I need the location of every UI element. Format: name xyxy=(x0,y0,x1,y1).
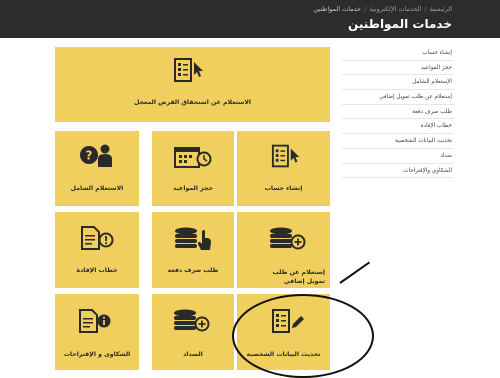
tile-update-personal-data[interactable]: تحديث البيانات الشخصية xyxy=(237,294,330,370)
coins-plus-icon xyxy=(174,309,210,332)
breadcrumb-eservices[interactable]: الخدمات الإلكترونية xyxy=(369,5,421,13)
tile-complaints[interactable]: الشكاوى و الإقتراحات xyxy=(55,294,139,370)
breadcrumb-home[interactable]: الرئيسية xyxy=(430,5,452,13)
calendar-clock-icon xyxy=(174,147,212,168)
breadcrumb-current: خدمات المواطنين xyxy=(313,5,362,13)
sidebar-menu: إنشاء حساب حجز المواعيد الإستعلام الشامل… xyxy=(342,46,454,179)
tile-label: الاستعلام الشامل xyxy=(70,185,124,192)
tile-label: تحديث البيانات الشخصية xyxy=(246,351,321,358)
document-info-icon xyxy=(79,309,111,333)
sidebar-item-extra-funding-inquiry[interactable]: إستعلام عن طلب تمويل إضافي xyxy=(342,90,454,105)
sidebar-item-certificate-letter[interactable]: خطاب الإفادة xyxy=(342,119,454,135)
sidebar-item-complaints[interactable]: الشكاوي والإقتراحات xyxy=(342,164,454,179)
tile-label: حجز المواعيد xyxy=(173,185,213,192)
tile-label: إستعلام عن طلب تمويل إضافي xyxy=(272,269,325,285)
page-title: خدمات المواطنين xyxy=(348,17,452,31)
coins-hand-icon xyxy=(175,227,211,250)
sidebar-item-payment-request[interactable]: طلب صرف دفعة xyxy=(342,105,454,120)
document-pen-icon xyxy=(272,309,304,333)
tile-label: السداد xyxy=(183,351,203,358)
tile-accelerated-loan-inquiry[interactable]: الاستعلام عن استحقاق القرض المعجل xyxy=(55,47,330,122)
question-person-icon: ? xyxy=(80,144,112,167)
tile-payment-request[interactable]: طلب صرف دفعة xyxy=(152,212,234,288)
coins-plus-icon xyxy=(270,227,306,250)
tile-label: الاستعلام عن استحقاق القرض المعجل xyxy=(133,99,252,106)
tile-label: طلب صرف دفعة xyxy=(167,267,219,274)
svg-text:?: ? xyxy=(86,149,93,163)
sidebar-item-book-appointment[interactable]: حجز المواعيد xyxy=(342,61,454,76)
tile-payment[interactable]: السداد xyxy=(152,294,234,370)
breadcrumb-separator: / xyxy=(364,5,367,13)
tile-extra-funding-inquiry[interactable]: إستعلام عن طلب تمويل إضافي xyxy=(237,212,330,288)
tile-label: خطاب الإفادة xyxy=(76,267,118,274)
tile-full-inquiry[interactable]: ? الاستعلام الشامل xyxy=(55,131,139,206)
top-bar: الرئيسية/الخدمات الإلكترونية/خدمات الموا… xyxy=(0,0,500,38)
document-pointer-icon xyxy=(174,58,203,82)
breadcrumb-separator: / xyxy=(424,5,427,13)
sidebar-item-pay[interactable]: سداد xyxy=(342,149,454,164)
document-pointer-icon xyxy=(271,144,300,168)
sidebar-item-create-account[interactable]: إنشاء حساب xyxy=(342,46,454,61)
tile-label: الشكاوى و الإقتراحات xyxy=(63,351,131,358)
breadcrumb: الرئيسية/الخدمات الإلكترونية/خدمات الموا… xyxy=(313,5,452,13)
tile-book-appointment[interactable]: حجز المواعيد xyxy=(152,131,234,206)
tile-label: إنشاء حساب xyxy=(264,185,303,192)
tile-certificate-letter[interactable]: خطاب الإفادة xyxy=(55,212,139,288)
annotation-circle-tail xyxy=(339,261,371,284)
document-alert-icon xyxy=(81,226,114,250)
tile-create-account[interactable]: إنشاء حساب xyxy=(237,131,330,206)
sidebar-item-full-inquiry[interactable]: الإستعلام الشامل xyxy=(342,75,454,91)
sidebar-item-update-personal-data[interactable]: تحديث البيانات الشخصية xyxy=(342,134,454,149)
